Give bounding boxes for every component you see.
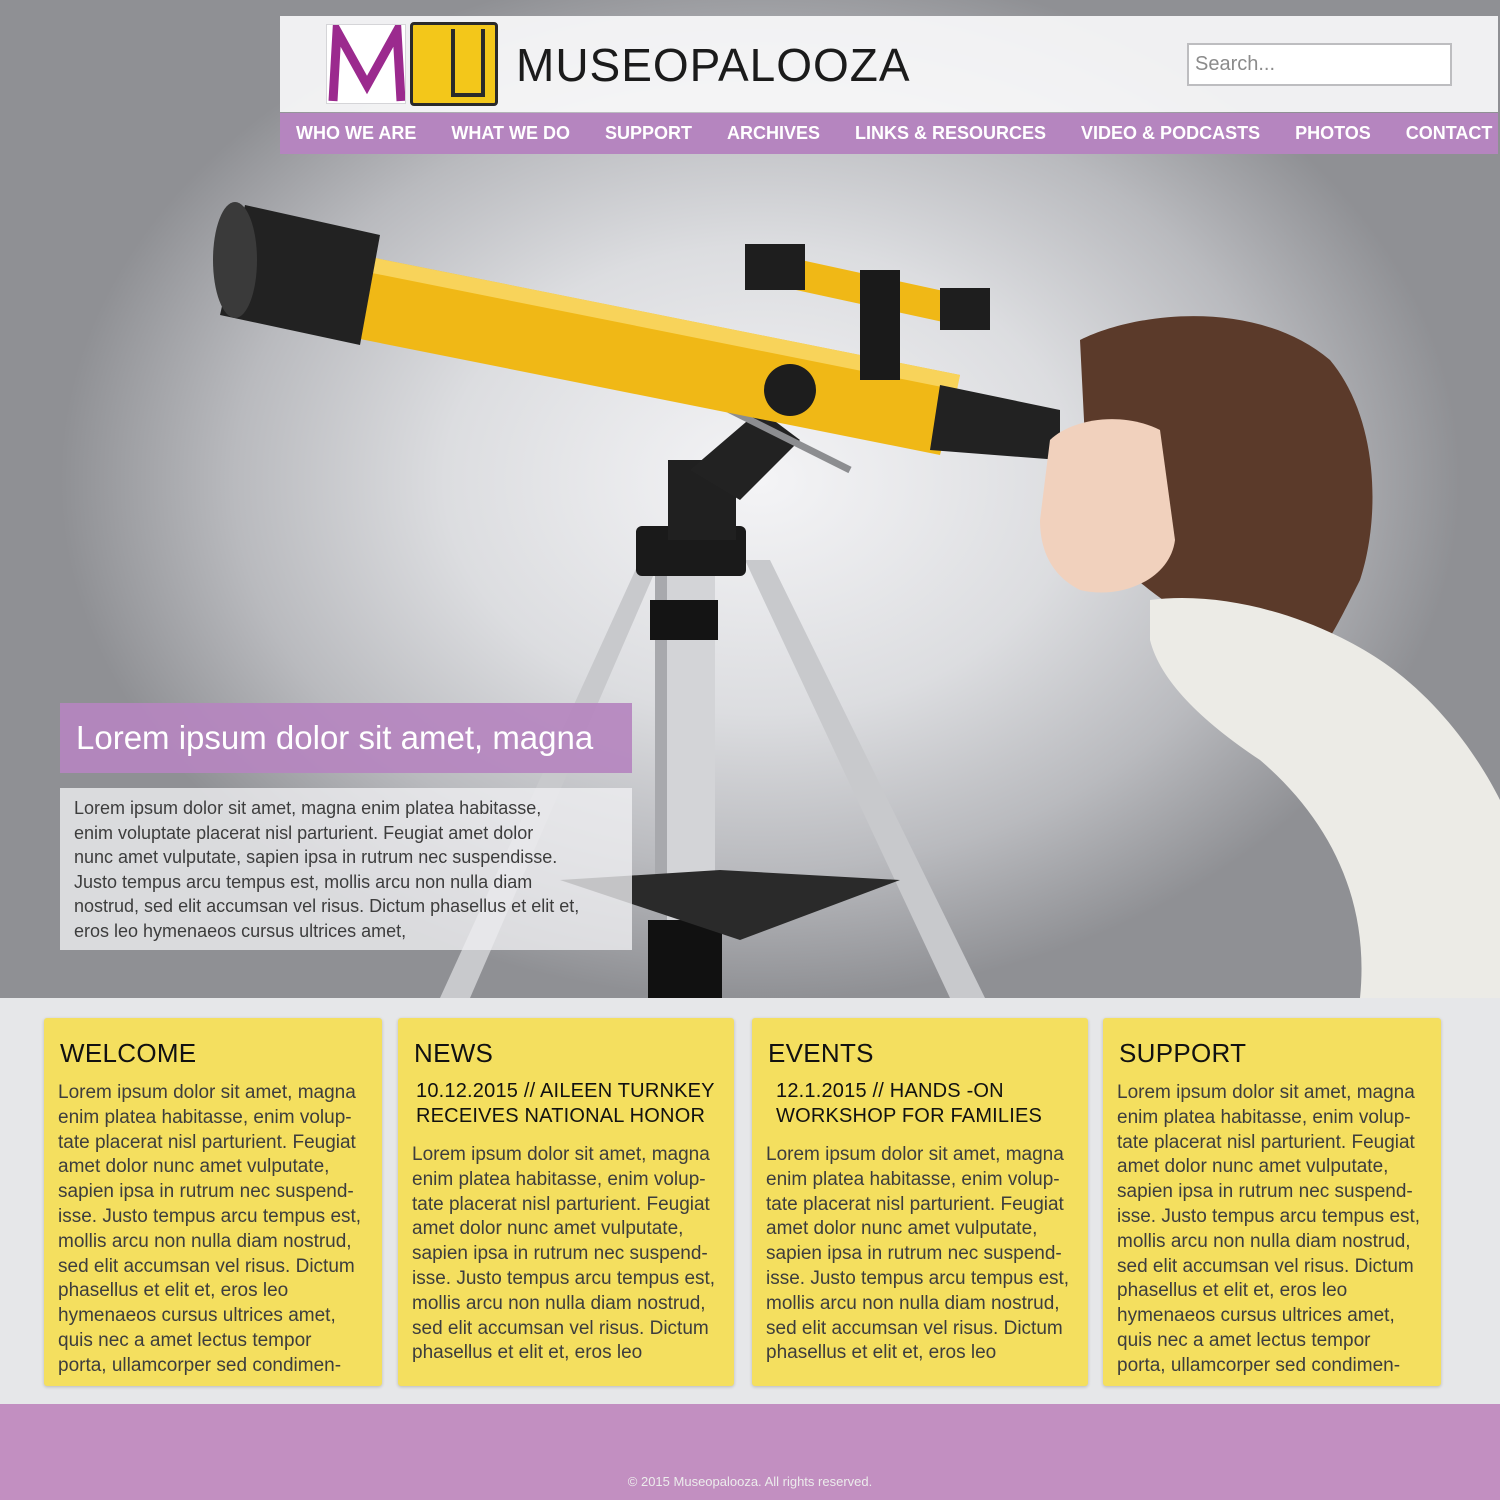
welcome-heading: WELCOME xyxy=(60,1038,197,1068)
logo-m-icon xyxy=(328,25,405,102)
nav-item-contact[interactable]: CONTACT xyxy=(1406,123,1493,144)
site-footer: © 2015 Museopalooza. All rights reserved… xyxy=(0,1404,1500,1500)
copyright-text: © 2015 Museopalooza. All rights reserved… xyxy=(627,1474,873,1489)
hero-caption-body: Lorem ipsum dolor sit amet, magna enim p… xyxy=(60,788,632,950)
event-title-link[interactable]: 12.1.2015 // HANDS -ON WORKSHOP FOR FAMI… xyxy=(776,1079,1074,1129)
nav-item-photos[interactable]: PHOTOS xyxy=(1295,123,1371,144)
support-heading: SUPPORT xyxy=(1119,1038,1247,1068)
news-heading: NEWS xyxy=(414,1038,494,1068)
nav-item-links-resources[interactable]: LINKS & RESOURCES xyxy=(855,123,1046,144)
logo-u-icon xyxy=(451,29,485,97)
nav-item-support[interactable]: SUPPORT xyxy=(605,123,692,144)
nav-item-who-we-are[interactable]: WHO WE ARE xyxy=(296,123,416,144)
events-body: Lorem ipsum dolor sit amet, magna enim p… xyxy=(766,1144,1070,1364)
site-header: MUSEOPALOOZA xyxy=(280,16,1498,112)
news-body: Lorem ipsum dolor sit amet, magna enim p… xyxy=(412,1144,716,1364)
logo-m-tile[interactable] xyxy=(326,24,406,104)
news-headline-link[interactable]: 10.12.2015 // AILEEN TURNKEY RECEIVES NA… xyxy=(416,1079,720,1129)
news-card: NEWS 10.12.2015 // AILEEN TURNKEY RECEIV… xyxy=(398,1018,734,1386)
support-card: SUPPORT Lorem ipsum dolor sit amet, magn… xyxy=(1103,1018,1441,1386)
welcome-card: WELCOME Lorem ipsum dolor sit amet, magn… xyxy=(44,1018,382,1386)
nav-item-what-we-do[interactable]: WHAT WE DO xyxy=(451,123,570,144)
logo-u-tile[interactable] xyxy=(410,22,498,106)
events-heading: EVENTS xyxy=(768,1038,874,1068)
support-body: Lorem ipsum dolor sit amet, magna enim p… xyxy=(1117,1082,1421,1376)
nav-item-video-podcasts[interactable]: VIDEO & PODCASTS xyxy=(1081,123,1260,144)
brand-name[interactable]: MUSEOPALOOZA xyxy=(516,38,911,92)
main-nav: WHO WE ARE WHAT WE DO SUPPORT ARCHIVES L… xyxy=(280,113,1498,154)
nav-item-archives[interactable]: ARCHIVES xyxy=(727,123,820,144)
events-card: EVENTS 12.1.2015 // HANDS -ON WORKSHOP F… xyxy=(752,1018,1088,1386)
search-input[interactable] xyxy=(1187,43,1452,86)
hero-caption-title: Lorem ipsum dolor sit amet, magna xyxy=(60,703,632,773)
welcome-body: Lorem ipsum dolor sit amet, magna enim p… xyxy=(58,1082,362,1376)
